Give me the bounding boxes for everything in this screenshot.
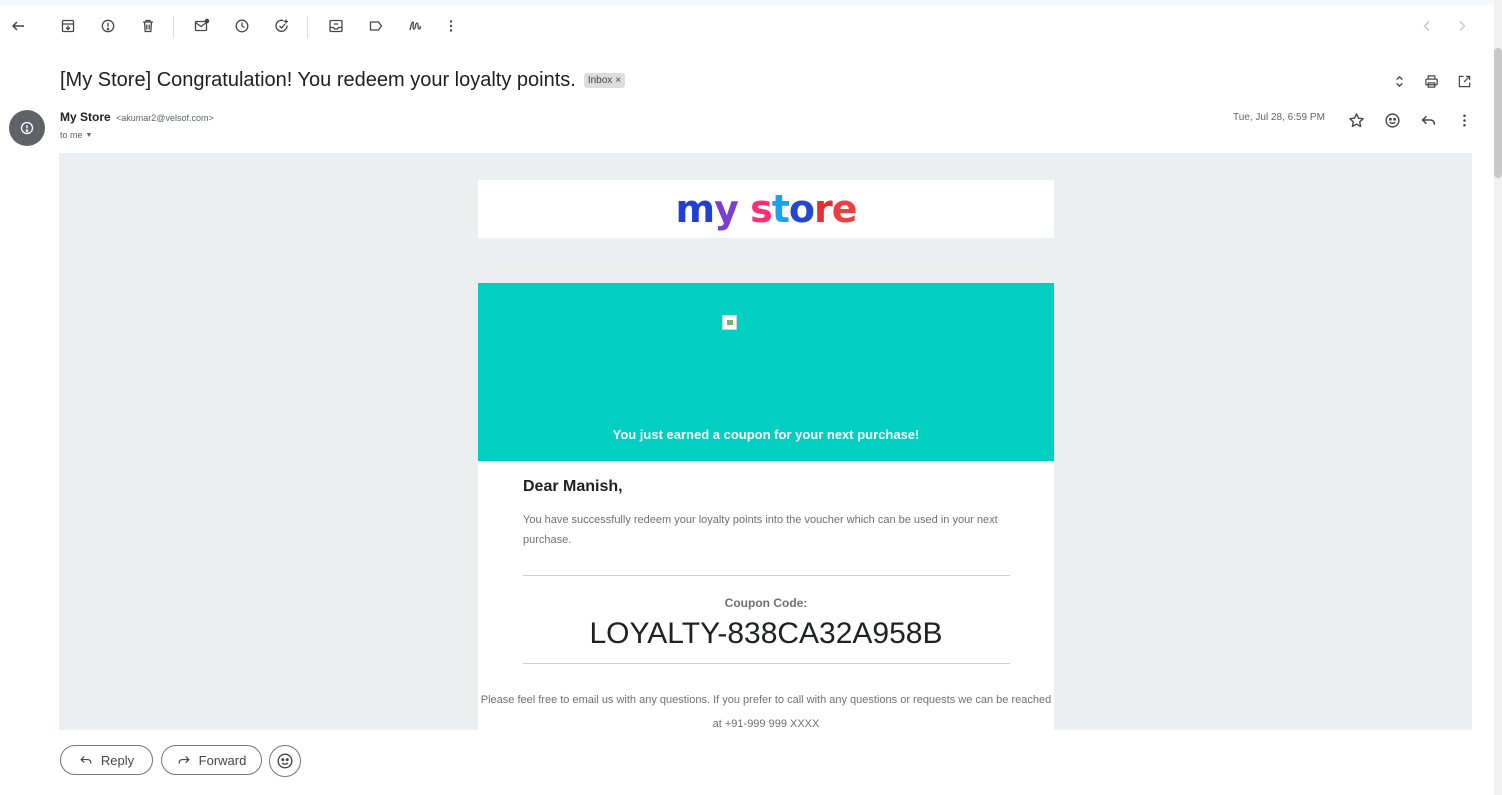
sender-name[interactable]: My Store <box>60 110 111 124</box>
print-icon[interactable] <box>1422 72 1440 90</box>
logo-letter: y <box>714 187 739 231</box>
store-logo: my store <box>675 187 858 231</box>
sender-email: <akumar2@velsof.com> <box>116 113 214 123</box>
logo-letter <box>738 187 750 231</box>
toolbar-divider <box>307 16 308 38</box>
more-actions-icon[interactable] <box>441 16 461 36</box>
recipient-details[interactable]: to me ▼ <box>60 130 92 140</box>
label-icon[interactable] <box>366 16 386 36</box>
inbox-label-chip[interactable]: Inbox × <box>583 72 626 88</box>
forward-label: Forward <box>198 752 247 768</box>
divider <box>523 575 1010 576</box>
snooze-icon[interactable] <box>232 16 252 36</box>
broken-image-icon <box>722 315 737 330</box>
email-view: [My Store] Congratulation! You redeem yo… <box>0 5 1494 795</box>
logo-letter: t <box>771 187 790 231</box>
more-options-icon[interactable] <box>1453 109 1475 131</box>
subject-row: [My Store] Congratulation! You redeem yo… <box>60 65 626 95</box>
reply-icon <box>80 756 92 764</box>
older-chevron-icon[interactable] <box>1452 16 1472 36</box>
email-content: Dear Manish, You have successfully redee… <box>478 461 1054 730</box>
toolbar <box>0 5 1494 49</box>
star-icon[interactable] <box>1345 109 1367 131</box>
logo-letter: r <box>814 187 833 231</box>
label-chip-text: Inbox <box>587 74 613 86</box>
open-new-window-icon[interactable] <box>1455 72 1473 90</box>
sender-line: My Store <akumar2@velsof.com> <box>60 110 214 124</box>
scrollbar-thumb[interactable] <box>1494 48 1502 178</box>
newer-chevron-icon[interactable] <box>1417 16 1437 36</box>
footer-text: Please feel free to email us with any qu… <box>480 694 1052 730</box>
emoji-icon <box>277 753 293 769</box>
recipient-text: to me <box>60 130 83 140</box>
toolbar-divider <box>173 16 174 38</box>
logo-letter: e <box>831 187 858 231</box>
reply-label: Reply <box>100 752 135 768</box>
message-text: You have successfully redeem your loyalt… <box>523 514 998 546</box>
emoji-reaction-icon[interactable] <box>1381 109 1403 131</box>
email-date: Tue, Jul 28, 6:59 PM <box>1233 112 1325 123</box>
emoji-reaction-button[interactable] <box>269 745 301 777</box>
add-task-icon[interactable] <box>272 16 292 36</box>
logo-letter: s <box>750 187 773 231</box>
forward-icon <box>178 756 190 764</box>
coupon-code: LOYALTY-838CA32A958B <box>589 617 943 650</box>
logo-letter: o <box>788 187 815 231</box>
archive-icon[interactable] <box>58 16 78 36</box>
hero-text: You just earned a coupon for your next p… <box>612 427 920 442</box>
remove-label-icon[interactable]: × <box>615 75 621 86</box>
move-to-icon[interactable] <box>326 16 346 36</box>
reply-icon[interactable] <box>1417 109 1439 131</box>
coupon-label: Coupon Code: <box>724 596 808 610</box>
filter-icon[interactable] <box>405 16 425 36</box>
back-arrow-icon[interactable] <box>8 16 28 36</box>
delete-icon[interactable] <box>138 16 158 36</box>
caret-down-icon[interactable]: ▼ <box>86 132 93 139</box>
divider <box>523 663 1010 664</box>
email-body: my store You just earned a coupon for yo… <box>59 153 1472 730</box>
hero-banner: You just earned a coupon for your next p… <box>478 283 1054 461</box>
forward-button[interactable]: Forward <box>161 745 262 775</box>
store-logo-box: my store <box>478 180 1054 238</box>
report-spam-icon[interactable] <box>98 16 118 36</box>
expand-all-icon[interactable] <box>1390 72 1408 90</box>
email-subject: [My Store] Congratulation! You redeem yo… <box>60 68 576 91</box>
avatar[interactable] <box>9 110 45 146</box>
reply-button[interactable]: Reply <box>60 745 153 775</box>
greeting: Dear Manish, <box>523 478 623 495</box>
logo-letter: m <box>675 187 715 231</box>
mark-unread-icon[interactable] <box>192 16 212 36</box>
